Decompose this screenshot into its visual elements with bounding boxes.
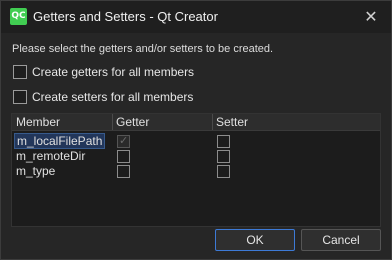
column-header-setter[interactable]: Setter: [216, 115, 248, 129]
column-header-member[interactable]: Member: [16, 115, 60, 129]
close-icon: ✕: [364, 7, 378, 26]
getter-checkbox: ✓: [117, 134, 130, 148]
table-row[interactable]: m_localFilePath ✓: [12, 133, 380, 149]
member-name[interactable]: m_type: [14, 164, 57, 178]
table-row[interactable]: m_remoteDir: [12, 149, 380, 164]
qt-creator-logo-icon: QC: [10, 8, 27, 25]
create-setters-label[interactable]: Create setters for all members: [32, 90, 193, 104]
column-divider[interactable]: [212, 114, 213, 130]
create-getters-checkbox[interactable]: [13, 65, 27, 79]
title-bar[interactable]: QC Getters and Setters - Qt Creator ✕: [1, 1, 391, 33]
column-divider[interactable]: [112, 114, 113, 130]
members-table: Member Getter Setter m_localFilePath ✓ m…: [11, 113, 381, 227]
dialog-window: QC Getters and Setters - Qt Creator ✕ Pl…: [0, 0, 392, 260]
member-name[interactable]: m_remoteDir: [14, 149, 87, 163]
setter-checkbox[interactable]: [217, 135, 230, 148]
cancel-button[interactable]: Cancel: [301, 229, 381, 251]
window-title: Getters and Setters - Qt Creator: [33, 9, 218, 24]
getter-checkbox[interactable]: [117, 165, 130, 178]
member-name[interactable]: m_localFilePath: [14, 133, 106, 149]
table-header: Member Getter Setter: [12, 114, 380, 131]
table-row[interactable]: m_type: [12, 164, 380, 179]
dialog-content: Please select the getters and/or setters…: [1, 33, 391, 259]
getter-checkbox[interactable]: [117, 150, 130, 163]
create-setters-checkbox[interactable]: [13, 90, 27, 104]
ok-button[interactable]: OK: [215, 229, 295, 251]
checkmark-icon: ✓: [119, 134, 129, 147]
column-header-getter[interactable]: Getter: [116, 115, 149, 129]
close-button[interactable]: ✕: [357, 5, 385, 29]
setter-checkbox[interactable]: [217, 150, 230, 163]
create-getters-label[interactable]: Create getters for all members: [32, 65, 194, 79]
instruction-text: Please select the getters and/or setters…: [12, 43, 274, 55]
setter-checkbox[interactable]: [217, 165, 230, 178]
